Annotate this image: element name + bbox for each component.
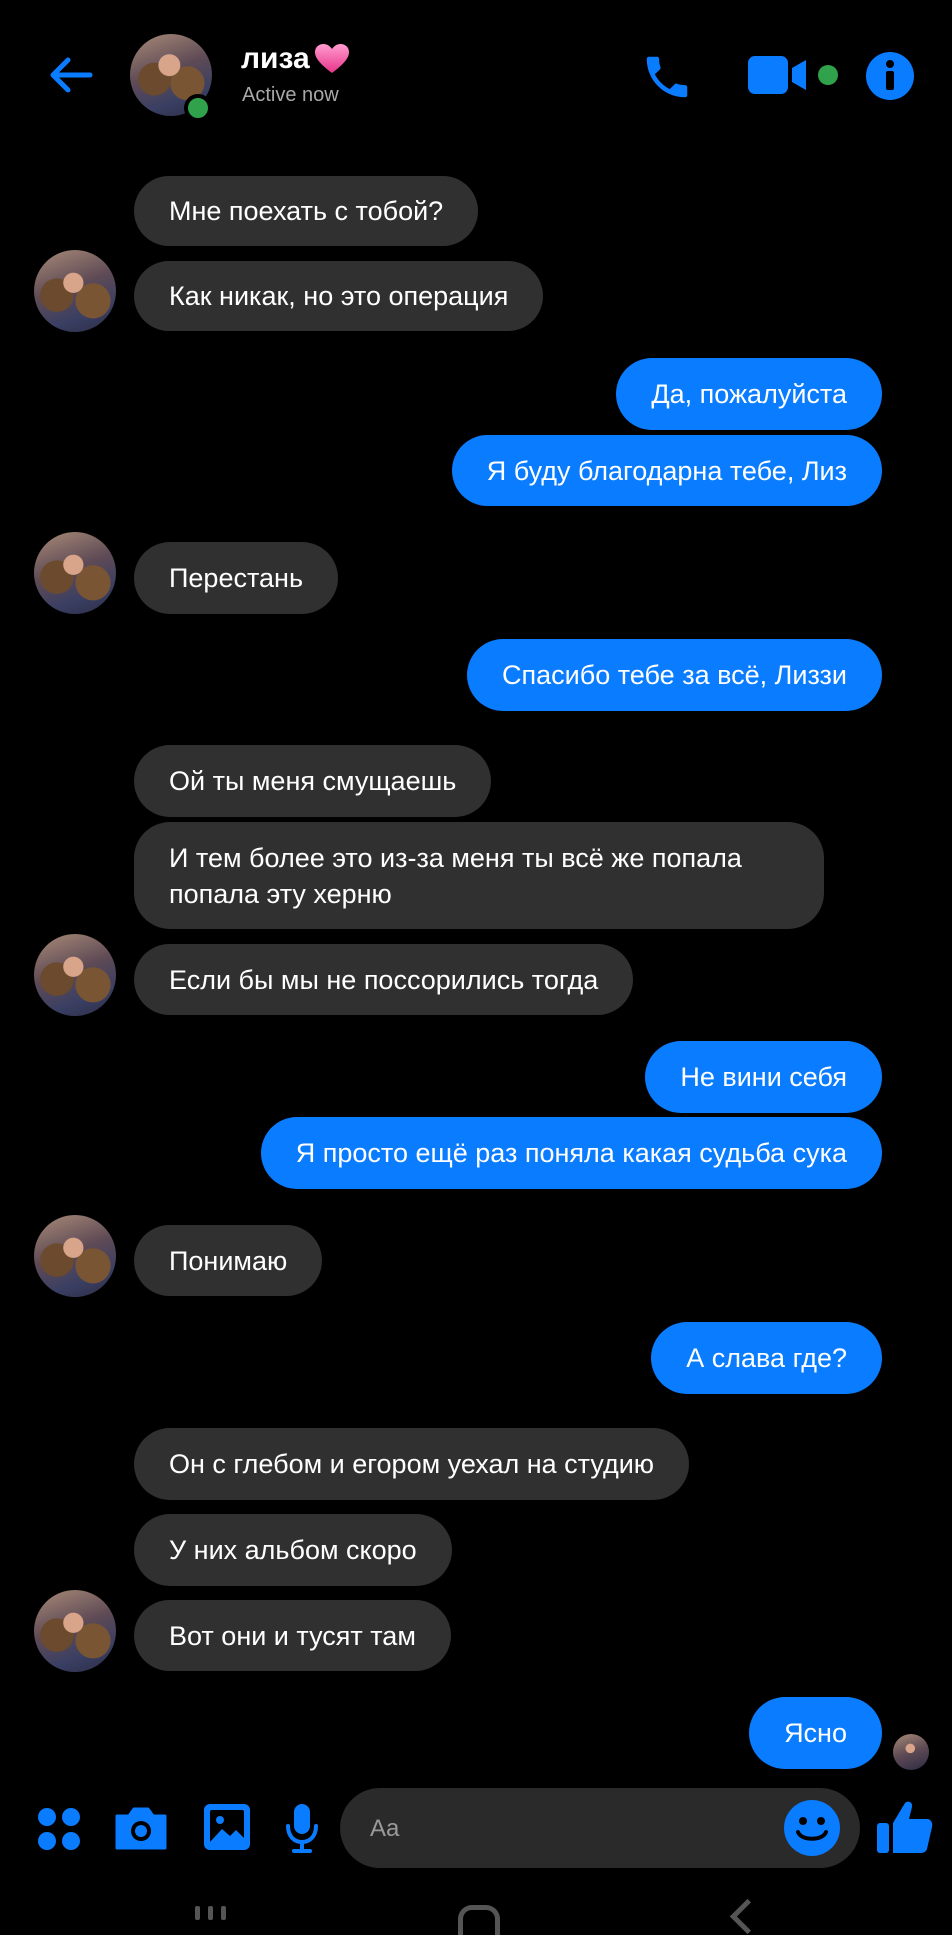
sender-avatar (34, 1590, 116, 1672)
active-status: Active now (242, 84, 339, 106)
message-bubble-incoming[interactable]: Если бы мы не поссорились тогда (134, 944, 634, 1015)
message-bubble-incoming[interactable]: У них альбом скоро (134, 1514, 452, 1586)
like-button[interactable] (874, 1796, 936, 1858)
thumbs-up-icon (877, 1801, 933, 1853)
message-bubble-outgoing[interactable]: Я просто ещё раз поняла какая судьба сук… (260, 1117, 882, 1189)
call-button[interactable] (638, 48, 696, 106)
back-button[interactable] (44, 48, 98, 102)
message-bubble-incoming[interactable]: И тем более это из-за меня ты всё же поп… (134, 822, 824, 929)
message-bubble-incoming[interactable]: Мне поехать с тобой? (134, 176, 479, 246)
video-camera-icon (748, 56, 806, 94)
recent-apps-nav-icon[interactable] (195, 1906, 235, 1920)
online-indicator (184, 94, 212, 122)
contact-name-text: лиза (241, 42, 310, 75)
message-bubble-incoming[interactable]: Перестань (134, 542, 339, 614)
message-bubble-outgoing[interactable]: Ясно (749, 1697, 882, 1769)
sender-avatar (34, 1215, 116, 1297)
back-nav-icon[interactable] (729, 1898, 766, 1935)
message-input[interactable] (368, 1788, 772, 1870)
message-bubble-incoming[interactable]: Как никак, но это операция (134, 261, 544, 331)
back-arrow-icon (50, 57, 93, 93)
emoji-button[interactable] (782, 1798, 842, 1858)
heart-icon (314, 44, 349, 73)
home-nav-icon[interactable] (458, 1905, 500, 1935)
message-bubble-outgoing[interactable]: А слава где? (651, 1322, 882, 1394)
message-bubble-incoming[interactable]: Ой ты меня смущаешь (134, 745, 492, 817)
info-button[interactable] (864, 50, 916, 102)
image-gallery-icon (204, 1804, 250, 1850)
video-active-dot (818, 65, 838, 85)
info-icon (866, 52, 914, 100)
video-call-button[interactable] (746, 52, 814, 98)
message-bubble-incoming[interactable]: Он с глебом и егором уехал на студию (134, 1428, 690, 1500)
message-bubble-incoming[interactable]: Понимаю (134, 1225, 323, 1296)
sender-avatar (34, 250, 116, 332)
seen-receipt-avatar (893, 1734, 929, 1770)
contact-name[interactable]: лиза (241, 42, 350, 76)
message-bubble-outgoing[interactable]: Да, пожалуйста (616, 358, 882, 430)
microphone-icon (286, 1804, 318, 1853)
camera-button[interactable] (112, 1802, 170, 1854)
message-bubble-outgoing[interactable]: Я буду благодарна тебе, Лиз (451, 435, 882, 506)
apps-button[interactable] (34, 1804, 84, 1854)
voice-message-button[interactable] (282, 1800, 322, 1858)
message-bubble-outgoing[interactable]: Спасибо тебе за всё, Лиззи (467, 639, 882, 711)
phone-icon (646, 56, 688, 98)
sender-avatar (34, 532, 116, 614)
message-bubble-incoming[interactable]: Вот они и тусят там (134, 1600, 451, 1671)
sender-avatar (34, 934, 116, 1016)
apps-grid-icon (38, 1808, 80, 1850)
camera-icon (115, 1807, 167, 1850)
smiley-face-icon (784, 1800, 840, 1856)
gallery-button[interactable] (200, 1800, 254, 1854)
message-bubble-outgoing[interactable]: Не вини себя (645, 1041, 882, 1113)
